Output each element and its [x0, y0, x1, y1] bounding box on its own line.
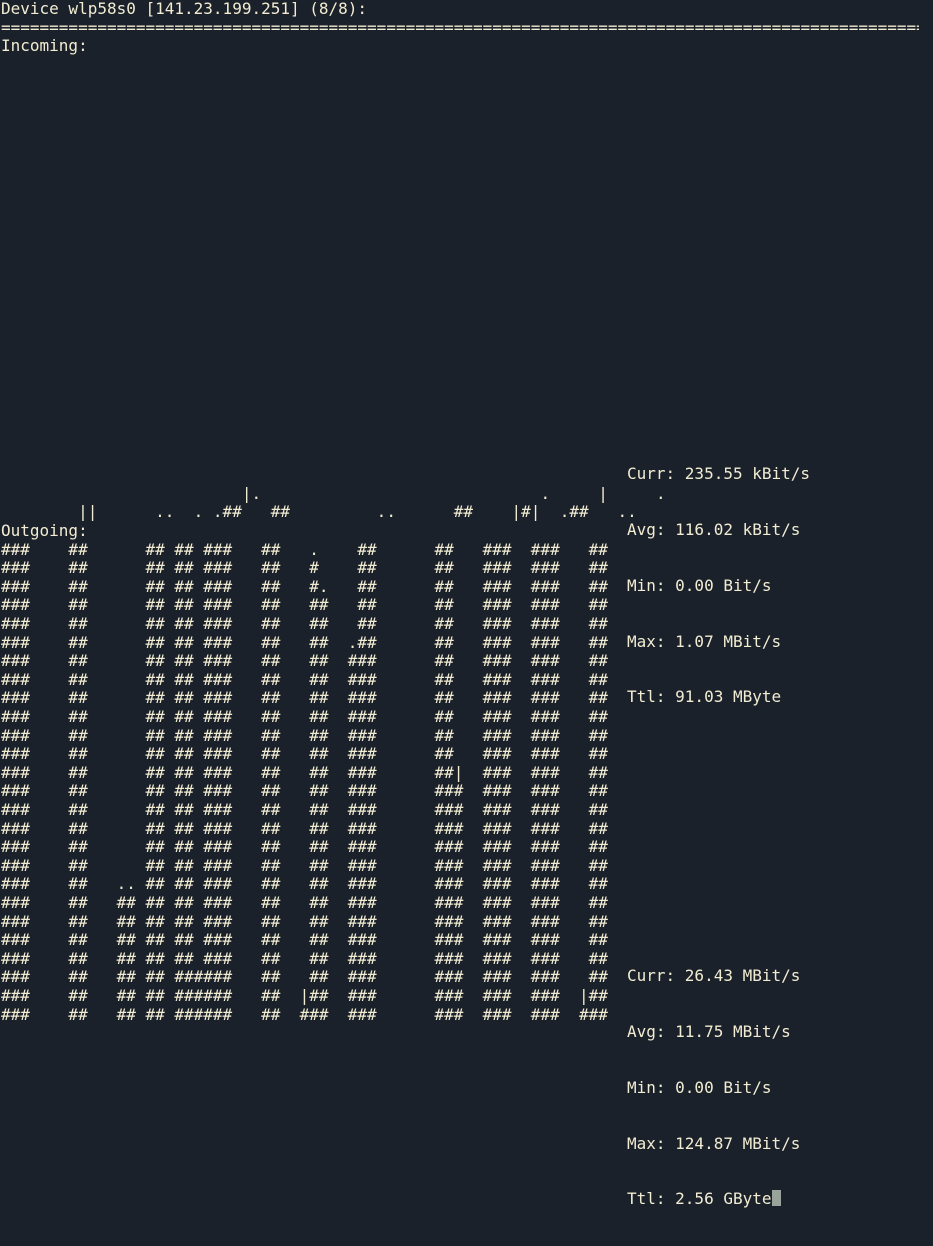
outgoing-ttl-line: Ttl: 2.56 GByte: [627, 1190, 800, 1209]
outgoing-curr: Curr: 26.43 MBit/s: [627, 966, 801, 986]
outgoing-graph-row: ### ## ## ## ### ## ## ### ## ### ### ##: [1, 651, 608, 671]
outgoing-graph-row: ### ## ## ## ### ## ## ### ##| ### ### #…: [1, 762, 608, 782]
outgoing-graph-row: ### ## ## ## ###### ## ## ### ### ### ##…: [1, 967, 608, 987]
outgoing-min: Min: 0.00 Bit/s: [627, 1077, 772, 1097]
outgoing-graph-row: ### ## ## ## ### ## ## ### ### ### ### #…: [1, 818, 608, 838]
outgoing-max: Max: 124.87 MBit/s: [627, 1133, 801, 1153]
incoming-label: Incoming:: [1, 36, 88, 56]
outgoing-graph-row: ### ## ## ## ### ## ## ### ## ### ### ##: [1, 744, 608, 764]
outgoing-graph-row: ### ## ## ## ### ## ## ## ## ### ### ##: [1, 614, 608, 633]
outgoing-graph-row: ### ## ## ## ###### ## |## ### ### ### #…: [1, 986, 608, 1005]
outgoing-graph-row: ### ## ## ## ###### ## ### ### ### ### #…: [1, 1004, 608, 1024]
outgoing-graph-row: ### ## ## ## ### ## ## ## ## ### ### ##: [1, 595, 608, 615]
incoming-max: Max: 1.07 MBit/s: [627, 631, 782, 651]
outgoing-graph-row: ### ## ## ## ### ## ## ### ### ### ### #…: [1, 837, 608, 857]
incoming-stats: Curr: 235.55 kBit/s Avg: 116.02 kBit/s M…: [627, 428, 810, 744]
outgoing-graph-row: ### ## ## ## ### ## ## ### ### ### ### #…: [1, 800, 608, 819]
outgoing-graph-row: ### ## ## ## ## ### ## ## ### ### ### ##…: [1, 930, 608, 950]
outgoing-graph-row: ### ## ## ## ### ## . ## ## ### ### ##: [1, 539, 608, 559]
incoming-avg: Avg: 116.02 kBit/s: [627, 519, 801, 539]
outgoing-graph-row: ### ## ## ## ## ### ## ## ### ### ### ##…: [1, 911, 608, 931]
incoming-ttl: Ttl: 91.03 MByte: [627, 687, 782, 707]
outgoing-graph-row: ### ## ## ## ### ## ## .## ## ### ### ##: [1, 632, 608, 652]
outgoing-graph-row: ### ## ## ## ## ### ## ## ### ### ### ##…: [1, 948, 608, 968]
outgoing-graph-row: ### ## .. ## ## ### ## ## ### ### ### ##…: [1, 874, 608, 894]
incoming-curr: Curr: 235.55 kBit/s: [627, 464, 811, 484]
outgoing-graph-row: ### ## ## ## ### ## ## ### ## ### ### ##: [1, 688, 608, 708]
terminal-cursor: [771, 1190, 781, 1207]
outgoing-graph-row: ### ## ## ## ## ### ## ## ### ### ### ##…: [1, 893, 608, 912]
outgoing-graph-row: ### ## ## ## ### ## # ## ## ### ### ##: [1, 558, 608, 578]
outgoing-graph-row: ### ## ## ## ### ## ## ### ## ### ### ##: [1, 725, 608, 745]
outgoing-graph-row: ### ## ## ## ### ## ## ### ### ### ### #…: [1, 781, 608, 801]
incoming-graph-row: || .. . .## ## .. ## |#| .## ..: [1, 502, 637, 522]
outgoing-stats: Curr: 26.43 MBit/s Avg: 11.75 MBit/s Min…: [627, 930, 800, 1246]
outgoing-avg: Avg: 11.75 MBit/s: [627, 1021, 791, 1041]
outgoing-label: Outgoing:: [1, 521, 88, 540]
terminal-scrollbar[interactable]: [921, 0, 933, 1024]
outgoing-graph-row: ### ## ## ## ### ## ## ### ### ### ### #…: [1, 855, 608, 875]
outgoing-graph-row: ### ## ## ## ### ## #. ## ## ### ### ##: [1, 576, 608, 596]
outgoing-graph-row: ### ## ## ## ### ## ## ### ## ### ### ##: [1, 669, 608, 689]
incoming-graph-row: |. . | .: [1, 483, 666, 503]
incoming-min: Min: 0.00 Bit/s: [627, 575, 772, 595]
device-header: Device wlp58s0 [141.23.199.251] (8/8):: [1, 0, 368, 18]
outgoing-graph-row: ### ## ## ## ### ## ## ### ## ### ### ##: [1, 707, 608, 726]
header-separator: ========================================…: [1, 18, 919, 37]
outgoing-ttl: Ttl: 2.56 GByte: [627, 1189, 772, 1209]
